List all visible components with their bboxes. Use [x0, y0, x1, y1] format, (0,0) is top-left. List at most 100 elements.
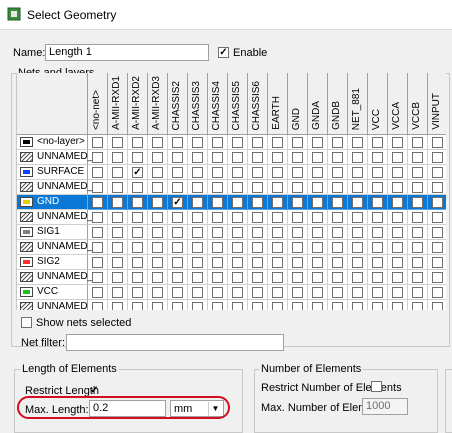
- net-layer-checkbox[interactable]: [92, 287, 103, 298]
- net-layer-checkbox[interactable]: [272, 167, 283, 178]
- net-layer-checkbox[interactable]: [212, 167, 223, 178]
- net-layer-checkbox[interactable]: [272, 212, 283, 223]
- net-layer-checkbox[interactable]: [152, 257, 163, 268]
- net-layer-checkbox[interactable]: [112, 197, 123, 208]
- net-layer-checkbox[interactable]: [172, 227, 183, 238]
- row-header[interactable]: VCC: [17, 285, 88, 300]
- net-layer-checkbox[interactable]: [292, 272, 303, 283]
- net-layer-checkbox[interactable]: [292, 242, 303, 253]
- net-layer-checkbox[interactable]: [252, 212, 263, 223]
- restrict-length-checkbox[interactable]: ✓: [89, 385, 100, 396]
- net-layer-checkbox[interactable]: [192, 152, 203, 163]
- net-layer-checkbox[interactable]: [412, 212, 423, 223]
- net-layer-checkbox[interactable]: [112, 227, 123, 238]
- column-header[interactable]: CHASSIS4: [208, 73, 228, 135]
- net-layer-checkbox[interactable]: [332, 137, 343, 148]
- column-header[interactable]: EARTH: [268, 73, 288, 135]
- net-layer-checkbox[interactable]: [412, 227, 423, 238]
- net-layer-checkbox[interactable]: [152, 167, 163, 178]
- net-layer-checkbox[interactable]: [132, 287, 143, 298]
- net-layer-checkbox[interactable]: [192, 287, 203, 298]
- column-header[interactable]: CHASSIS5: [228, 73, 248, 135]
- net-layer-checkbox[interactable]: [232, 302, 243, 310]
- net-layer-checkbox[interactable]: [272, 182, 283, 193]
- layer-row[interactable]: GND ✓: [17, 195, 446, 210]
- net-layer-checkbox[interactable]: [212, 302, 223, 310]
- row-header[interactable]: <no-layer>: [17, 135, 88, 150]
- layer-row[interactable]: UNNAMED_11: [17, 300, 446, 310]
- net-layer-checkbox[interactable]: [372, 272, 383, 283]
- net-layer-checkbox[interactable]: [92, 167, 103, 178]
- column-header[interactable]: VCCA: [388, 73, 408, 135]
- net-layer-checkbox[interactable]: [392, 197, 403, 208]
- net-layer-checkbox[interactable]: [132, 272, 143, 283]
- net-layer-checkbox[interactable]: [392, 272, 403, 283]
- net-layer-checkbox[interactable]: [352, 212, 363, 223]
- net-layer-checkbox[interactable]: [192, 137, 203, 148]
- row-header[interactable]: GND: [17, 195, 88, 210]
- net-layer-checkbox[interactable]: [352, 272, 363, 283]
- net-layer-checkbox[interactable]: [92, 272, 103, 283]
- column-header[interactable]: VINPUT: [428, 73, 446, 135]
- net-layer-checkbox[interactable]: [112, 212, 123, 223]
- net-layer-checkbox[interactable]: [332, 257, 343, 268]
- net-layer-checkbox[interactable]: [232, 182, 243, 193]
- net-layer-checkbox[interactable]: [432, 197, 443, 208]
- net-layer-checkbox[interactable]: [292, 302, 303, 310]
- net-layer-checkbox[interactable]: [412, 272, 423, 283]
- net-layer-checkbox[interactable]: [432, 212, 443, 223]
- net-layer-checkbox[interactable]: [112, 302, 123, 310]
- net-layer-checkbox[interactable]: [292, 137, 303, 148]
- net-layer-checkbox[interactable]: [272, 227, 283, 238]
- net-layer-checkbox[interactable]: [112, 137, 123, 148]
- net-layer-checkbox[interactable]: [412, 287, 423, 298]
- net-layer-checkbox[interactable]: [252, 242, 263, 253]
- net-layer-checkbox[interactable]: [112, 272, 123, 283]
- net-layer-checkbox[interactable]: [112, 167, 123, 178]
- column-header[interactable]: GND: [288, 73, 308, 135]
- net-layer-checkbox[interactable]: [392, 302, 403, 310]
- net-layer-checkbox[interactable]: [252, 197, 263, 208]
- net-layer-checkbox[interactable]: [412, 242, 423, 253]
- net-layer-checkbox[interactable]: [132, 137, 143, 148]
- net-layer-checkbox[interactable]: [232, 152, 243, 163]
- net-layer-checkbox[interactable]: [332, 197, 343, 208]
- column-header[interactable]: <no-net>: [88, 73, 108, 135]
- column-header[interactable]: GNDA: [308, 73, 328, 135]
- net-layer-checkbox[interactable]: [292, 182, 303, 193]
- column-header[interactable]: CHASSIS6: [248, 73, 268, 135]
- net-layer-checkbox[interactable]: [92, 212, 103, 223]
- net-layer-checkbox[interactable]: [392, 227, 403, 238]
- net-layer-checkbox[interactable]: [212, 212, 223, 223]
- net-layer-checkbox[interactable]: [232, 167, 243, 178]
- net-filter-input[interactable]: [66, 334, 284, 351]
- net-layer-checkbox[interactable]: [152, 287, 163, 298]
- net-layer-checkbox[interactable]: [412, 302, 423, 310]
- net-layer-checkbox[interactable]: [352, 197, 363, 208]
- net-layer-checkbox[interactable]: [352, 182, 363, 193]
- net-layer-checkbox[interactable]: [432, 182, 443, 193]
- net-layer-checkbox[interactable]: [332, 242, 343, 253]
- row-header[interactable]: UNNAMED_3: [17, 180, 99, 195]
- net-layer-checkbox[interactable]: [312, 287, 323, 298]
- layer-row[interactable]: SURFACE ✓: [17, 165, 446, 180]
- net-layer-checkbox[interactable]: [272, 152, 283, 163]
- net-layer-checkbox[interactable]: [192, 257, 203, 268]
- net-layer-checkbox[interactable]: [352, 242, 363, 253]
- net-layer-checkbox[interactable]: [332, 152, 343, 163]
- net-layer-checkbox[interactable]: [112, 182, 123, 193]
- net-layer-checkbox[interactable]: [272, 302, 283, 310]
- layer-row[interactable]: UNNAMED_7: [17, 240, 446, 255]
- net-layer-checkbox[interactable]: [372, 197, 383, 208]
- net-layer-checkbox[interactable]: [212, 272, 223, 283]
- net-layer-checkbox[interactable]: [252, 152, 263, 163]
- net-layer-checkbox[interactable]: [432, 167, 443, 178]
- net-layer-checkbox[interactable]: [212, 152, 223, 163]
- net-layer-checkbox[interactable]: [132, 197, 143, 208]
- row-header[interactable]: UNNAMED_9: [17, 270, 99, 285]
- net-layer-checkbox[interactable]: [432, 302, 443, 310]
- net-layer-checkbox[interactable]: ✓: [132, 167, 143, 178]
- net-layer-checkbox[interactable]: [92, 137, 103, 148]
- net-layer-checkbox[interactable]: [192, 272, 203, 283]
- net-layer-checkbox[interactable]: [172, 257, 183, 268]
